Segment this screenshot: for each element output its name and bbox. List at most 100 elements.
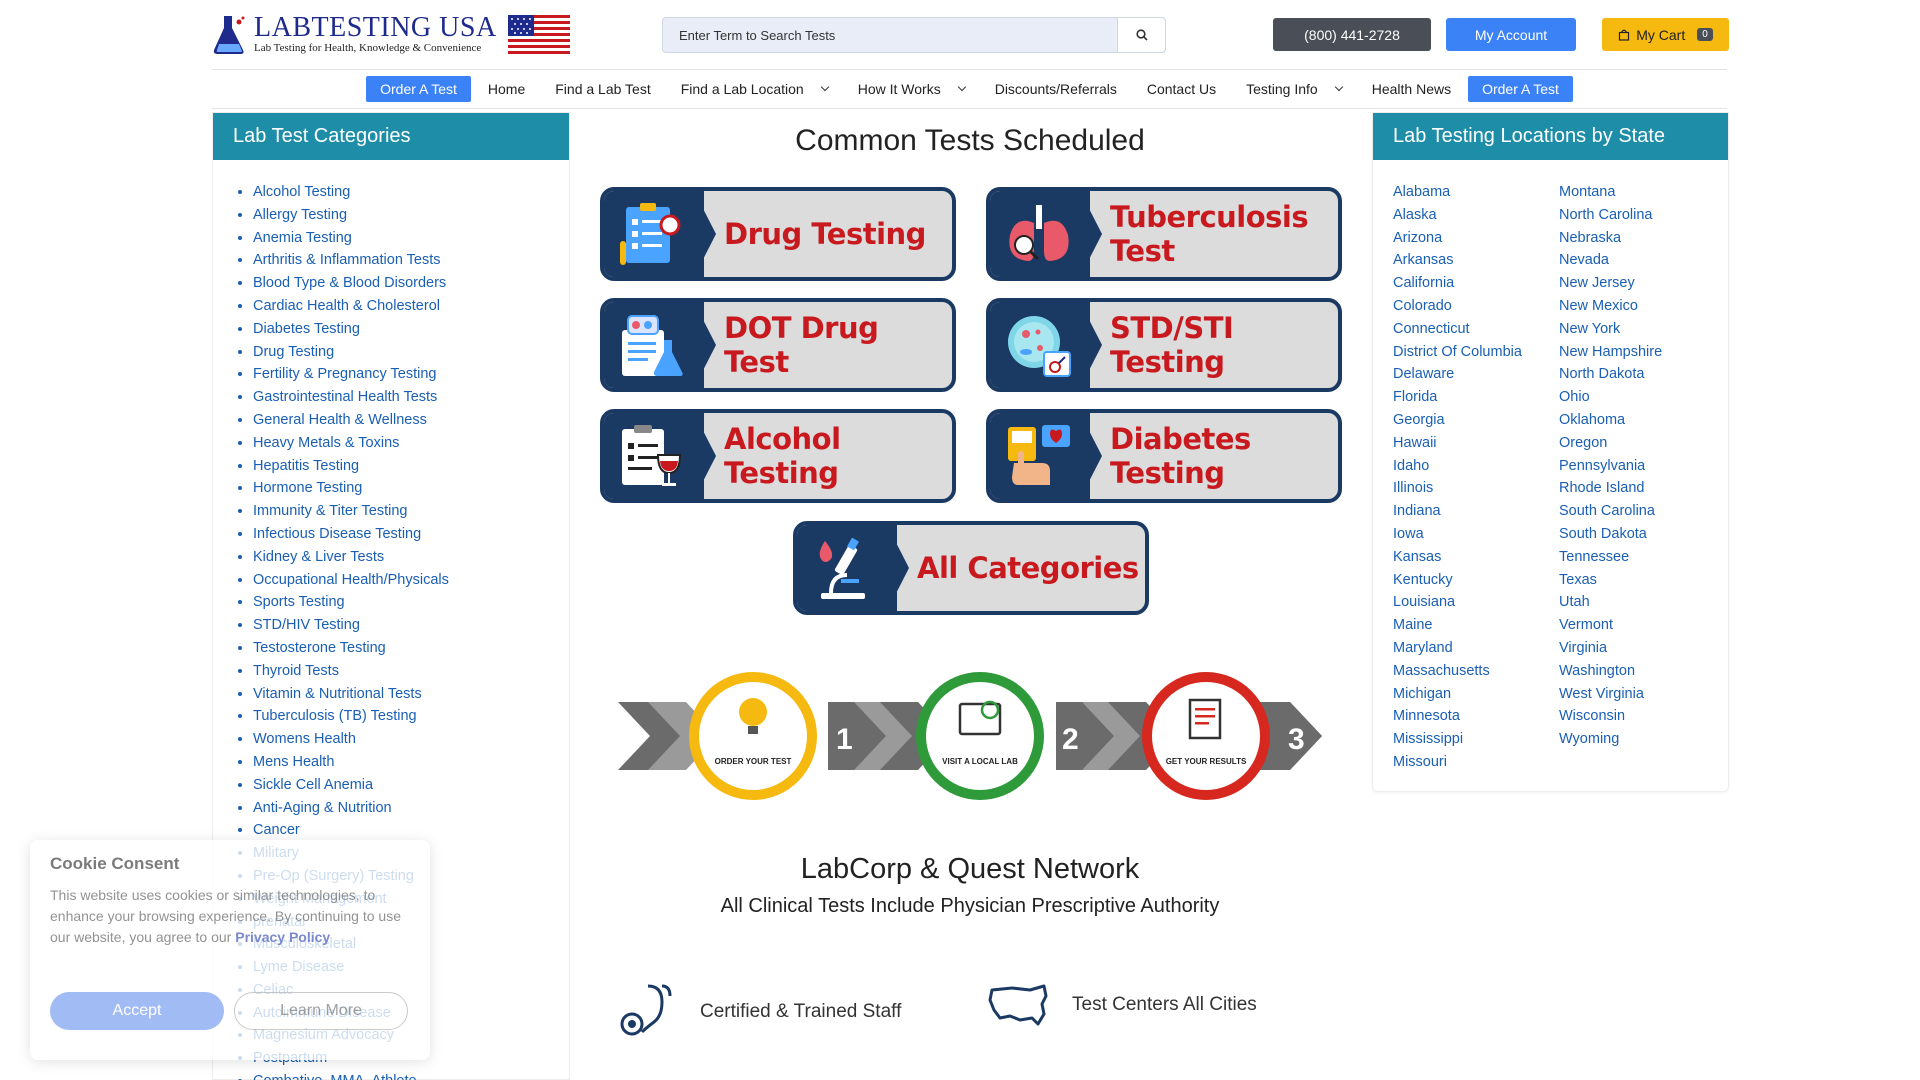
category-link[interactable]: Sickle Cell Anemia	[253, 777, 373, 793]
state-link[interactable]: Indiana	[1393, 500, 1559, 523]
category-link[interactable]: Infectious Disease Testing	[253, 526, 421, 542]
category-link[interactable]: Drug Testing	[253, 344, 334, 360]
category-link[interactable]: Gastrointestinal Health Tests	[253, 389, 437, 405]
state-link[interactable]: Virginia	[1559, 637, 1725, 660]
category-link[interactable]: Hormone Testing	[253, 480, 362, 496]
nav-find-lab-test[interactable]: Find a Lab Test	[540, 81, 665, 97]
state-link[interactable]: Minnesota	[1393, 705, 1559, 728]
category-link[interactable]: STD/HIV Testing	[253, 617, 360, 633]
category-link[interactable]: Fertility & Pregnancy Testing	[253, 366, 436, 382]
state-link[interactable]: South Dakota	[1559, 523, 1725, 546]
category-link[interactable]: Diabetes Testing	[253, 321, 360, 337]
tile-std-sti-testing[interactable]: STD/STI Testing	[986, 298, 1342, 392]
search-button[interactable]	[1117, 18, 1165, 52]
state-link[interactable]: Arizona	[1393, 227, 1559, 250]
privacy-policy-link[interactable]: Privacy Policy	[235, 929, 330, 945]
state-link[interactable]: Washington	[1559, 660, 1725, 683]
category-link[interactable]: Occupational Health/Physicals	[253, 572, 449, 588]
state-link[interactable]: Tennessee	[1559, 546, 1725, 569]
state-link[interactable]: Illinois	[1393, 477, 1559, 500]
state-link[interactable]: Mississippi	[1393, 728, 1559, 751]
category-link[interactable]: General Health & Wellness	[253, 412, 427, 428]
state-link[interactable]: Maryland	[1393, 637, 1559, 660]
category-link[interactable]: Allergy Testing	[253, 207, 347, 223]
search-input[interactable]	[663, 18, 1119, 52]
category-link[interactable]: Cancer	[253, 822, 300, 838]
state-link[interactable]: Georgia	[1393, 409, 1559, 432]
state-link[interactable]: North Carolina	[1559, 204, 1725, 227]
state-link[interactable]: Maine	[1393, 614, 1559, 637]
phone-button[interactable]: (800) 441-2728	[1273, 18, 1431, 51]
state-link[interactable]: New Jersey	[1559, 272, 1725, 295]
category-link[interactable]: Testosterone Testing	[253, 640, 386, 656]
state-link[interactable]: Iowa	[1393, 523, 1559, 546]
state-link[interactable]: Missouri	[1393, 751, 1559, 774]
state-link[interactable]: North Dakota	[1559, 363, 1725, 386]
category-link[interactable]: Arthritis & Inflammation Tests	[253, 252, 441, 268]
nav-contact[interactable]: Contact Us	[1132, 81, 1231, 97]
state-link[interactable]: Florida	[1393, 386, 1559, 409]
nav-find-lab-location[interactable]: Find a Lab Location	[666, 81, 843, 97]
state-link[interactable]: Michigan	[1393, 683, 1559, 706]
state-link[interactable]: Wisconsin	[1559, 705, 1725, 728]
category-link[interactable]: Cardiac Health & Cholesterol	[253, 298, 440, 314]
category-link[interactable]: Kidney & Liver Tests	[253, 549, 384, 565]
cookie-accept-button[interactable]: Accept	[50, 992, 224, 1030]
tile-alcohol-testing[interactable]: Alcohol Testing	[600, 409, 956, 503]
state-link[interactable]: Texas	[1559, 569, 1725, 592]
state-link[interactable]: Oregon	[1559, 432, 1725, 455]
tile-diabetes-testing[interactable]: Diabetes Testing	[986, 409, 1342, 503]
state-link[interactable]: Vermont	[1559, 614, 1725, 637]
category-link[interactable]: Anti-Aging & Nutrition	[253, 800, 392, 816]
state-link[interactable]: Pennsylvania	[1559, 455, 1725, 478]
state-link[interactable]: Massachusetts	[1393, 660, 1559, 683]
my-cart-button[interactable]: My Cart 0	[1602, 18, 1729, 51]
cookie-learn-more-button[interactable]: Learn More	[234, 992, 408, 1030]
state-link[interactable]: Nebraska	[1559, 227, 1725, 250]
category-link[interactable]: Thyroid Tests	[253, 663, 339, 679]
state-link[interactable]: Wyoming	[1559, 728, 1725, 751]
state-link[interactable]: Hawaii	[1393, 432, 1559, 455]
nav-health-news[interactable]: Health News	[1357, 81, 1466, 97]
category-link[interactable]: Anemia Testing	[253, 230, 352, 246]
category-link[interactable]: Sports Testing	[253, 594, 345, 610]
state-link[interactable]: Louisiana	[1393, 591, 1559, 614]
category-link[interactable]: Tuberculosis (TB) Testing	[253, 708, 417, 724]
state-link[interactable]: Idaho	[1393, 455, 1559, 478]
tile-dot-drug-test[interactable]: DOT Drug Test	[600, 298, 956, 392]
state-link[interactable]: Montana	[1559, 181, 1725, 204]
state-link[interactable]: Delaware	[1393, 363, 1559, 386]
state-link[interactable]: Connecticut	[1393, 318, 1559, 341]
state-link[interactable]: Alaska	[1393, 204, 1559, 227]
nav-testing-info[interactable]: Testing Info	[1231, 81, 1357, 97]
state-link[interactable]: Oklahoma	[1559, 409, 1725, 432]
state-link[interactable]: New Mexico	[1559, 295, 1725, 318]
state-link[interactable]: Kentucky	[1393, 569, 1559, 592]
nav-discounts[interactable]: Discounts/Referrals	[980, 81, 1132, 97]
state-link[interactable]: Ohio	[1559, 386, 1725, 409]
state-link[interactable]: Arkansas	[1393, 249, 1559, 272]
tile-drug-testing[interactable]: Drug Testing	[600, 187, 956, 281]
state-link[interactable]: Utah	[1559, 591, 1725, 614]
state-link[interactable]: Alabama	[1393, 181, 1559, 204]
state-link[interactable]: West Virginia	[1559, 683, 1725, 706]
state-link[interactable]: New Hampshire	[1559, 341, 1725, 364]
category-link[interactable]: Vitamin & Nutritional Tests	[253, 686, 422, 702]
state-link[interactable]: District Of Columbia	[1393, 341, 1559, 364]
category-link[interactable]: Mens Health	[253, 754, 334, 770]
site-logo[interactable]: LABTESTING USA Lab Testing for Health, K…	[212, 12, 572, 58]
category-link[interactable]: Alcohol Testing	[253, 184, 350, 200]
category-link[interactable]: Immunity & Titer Testing	[253, 503, 407, 519]
nav-order-test-right[interactable]: Order A Test	[1468, 76, 1573, 102]
tile-tuberculosis-test[interactable]: Tuberculosis Test	[986, 187, 1342, 281]
state-link[interactable]: New York	[1559, 318, 1725, 341]
nav-home[interactable]: Home	[473, 81, 540, 97]
state-link[interactable]: Rhode Island	[1559, 477, 1725, 500]
tile-all-categories[interactable]: All Categories	[793, 521, 1149, 615]
category-link[interactable]: Combative, MMA, Athlete	[253, 1073, 417, 1080]
category-link[interactable]: Womens Health	[253, 731, 356, 747]
state-link[interactable]: Nevada	[1559, 249, 1725, 272]
nav-how-it-works[interactable]: How It Works	[843, 81, 980, 97]
state-link[interactable]: California	[1393, 272, 1559, 295]
category-link[interactable]: Hepatitis Testing	[253, 458, 359, 474]
